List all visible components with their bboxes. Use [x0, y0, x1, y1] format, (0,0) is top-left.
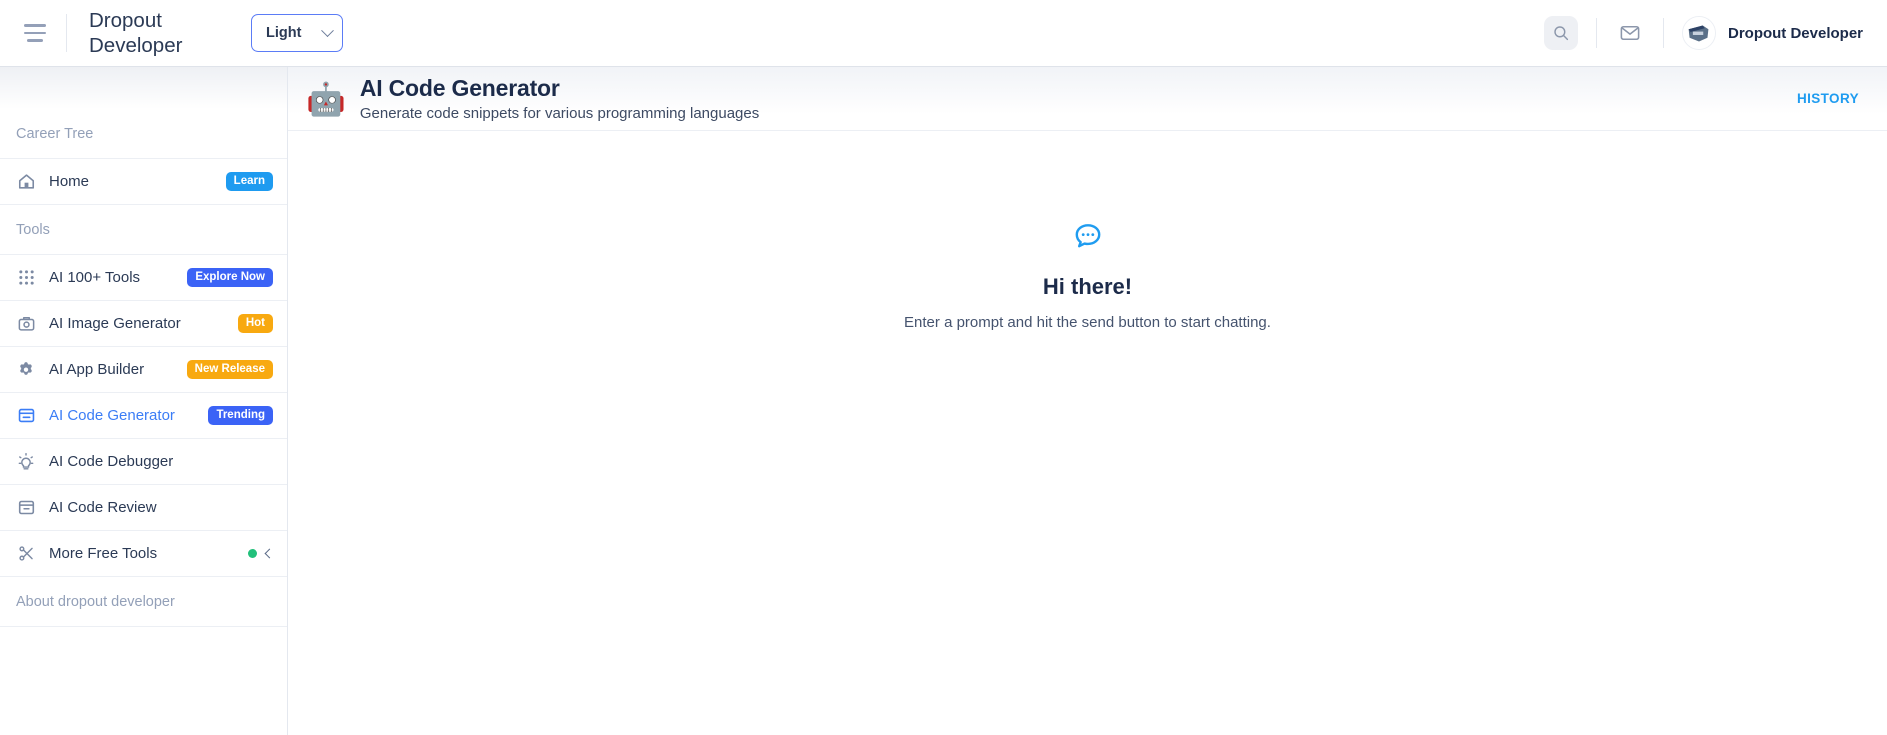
- search-button[interactable]: [1543, 16, 1578, 50]
- sidebar-item-ai-code-debugger[interactable]: AI Code Debugger: [0, 439, 287, 485]
- sidebar-item-ai-image-generator[interactable]: AI Image Generator Hot: [0, 301, 287, 347]
- sidebar-section-tools: Tools: [0, 205, 287, 255]
- sidebar-item-label: AI 100+ Tools: [49, 269, 141, 286]
- item-trailing: [248, 548, 275, 559]
- tool-header: 🤖 AI Code Generator Generate code snippe…: [288, 67, 1887, 131]
- page-subtitle: Generate code snippets for various progr…: [359, 105, 760, 122]
- sidebar-item-ai-100-tools[interactable]: AI 100+ Tools Explore Now: [0, 255, 287, 301]
- hamburger-icon[interactable]: [18, 16, 52, 50]
- archive-icon: [16, 498, 36, 518]
- badge-trending: Trending: [208, 405, 273, 426]
- sidebar-item-label: AI App Builder: [49, 361, 145, 378]
- divider: [1662, 18, 1664, 48]
- sidebar-item-ai-code-generator[interactable]: AI Code Generator Trending: [0, 393, 287, 439]
- camera-icon: [16, 314, 36, 334]
- theme-select[interactable]: Light: [251, 14, 343, 52]
- mail-button[interactable]: [1615, 18, 1645, 48]
- search-icon: [1554, 26, 1569, 41]
- top-bar: Dropout Developer Light Dropout Develope…: [0, 0, 1887, 67]
- chat-area: Hi there! Enter a prompt and hit the sen…: [288, 131, 1887, 735]
- avatar: [1681, 16, 1716, 50]
- divider: [1595, 18, 1597, 48]
- sidebar-top-gradient: [0, 67, 287, 109]
- theme-select-value: Light: [266, 25, 302, 41]
- page-title: AI Code Generator: [359, 75, 560, 101]
- chevron-left-icon[interactable]: [264, 548, 275, 559]
- sidebar-item-label: More Free Tools: [49, 545, 158, 562]
- sidebar-item-ai-app-builder[interactable]: AI App Builder New Release: [0, 347, 287, 393]
- sidebar-item-label: AI Image Generator: [49, 315, 181, 332]
- code-window-icon: [16, 406, 36, 426]
- user-menu[interactable]: Dropout Developer: [1681, 16, 1863, 50]
- sidebar-section-about: About dropout developer: [0, 577, 287, 627]
- sidebar-item-more-free-tools[interactable]: More Free Tools: [0, 531, 287, 577]
- avatar-image: [1682, 17, 1715, 49]
- status-dot: [248, 549, 257, 558]
- sidebar-item-label: AI Code Generator: [49, 407, 175, 424]
- top-bar-left: Dropout Developer Light: [18, 8, 343, 58]
- brand-title: Dropout Developer: [89, 9, 183, 57]
- robot-icon: 🤖: [306, 80, 346, 117]
- home-icon: [16, 172, 36, 192]
- gear-icon: [16, 360, 36, 380]
- empty-state: Hi there! Enter a prompt and hit the sen…: [288, 221, 1887, 331]
- sidebar: Career Tree Home Learn Tools AI 100+ Too…: [0, 67, 288, 735]
- sidebar-item-label: AI Code Review: [49, 499, 157, 516]
- top-bar-right: Dropout Developer: [1543, 16, 1863, 50]
- sidebar-item-home[interactable]: Home Learn: [0, 159, 287, 205]
- sidebar-item-ai-code-review[interactable]: AI Code Review: [0, 485, 287, 531]
- chevron-down-icon: [321, 23, 334, 37]
- sidebar-item-label: Home: [49, 173, 90, 190]
- chat-bubble-dots-icon: [1072, 221, 1104, 258]
- badge-hot: Hot: [237, 313, 273, 334]
- divider: [66, 14, 67, 52]
- badge-learn: Learn: [225, 171, 273, 192]
- mail-icon: [1620, 25, 1640, 41]
- main-content: 🤖 AI Code Generator Generate code snippe…: [288, 67, 1887, 735]
- sidebar-item-label: AI Code Debugger: [49, 453, 174, 470]
- tool-header-text: AI Code Generator Generate code snippets…: [360, 75, 759, 122]
- scissors-icon: [16, 544, 36, 564]
- empty-state-subtitle: Enter a prompt and hit the send button t…: [904, 314, 1271, 331]
- body: Career Tree Home Learn Tools AI 100+ Too…: [0, 67, 1887, 735]
- lightbulb-icon: [16, 452, 36, 472]
- grid-dots-icon: [16, 268, 36, 288]
- history-link[interactable]: HISTORY: [1797, 91, 1859, 106]
- user-name: Dropout Developer: [1727, 24, 1863, 42]
- badge-new-release: New Release: [186, 359, 273, 380]
- badge-explore-now: Explore Now: [187, 267, 273, 288]
- sidebar-section-career-tree: Career Tree: [0, 109, 287, 159]
- app-root: Dropout Developer Light Dropout Develope…: [0, 0, 1887, 735]
- empty-state-title: Hi there!: [1042, 274, 1133, 299]
